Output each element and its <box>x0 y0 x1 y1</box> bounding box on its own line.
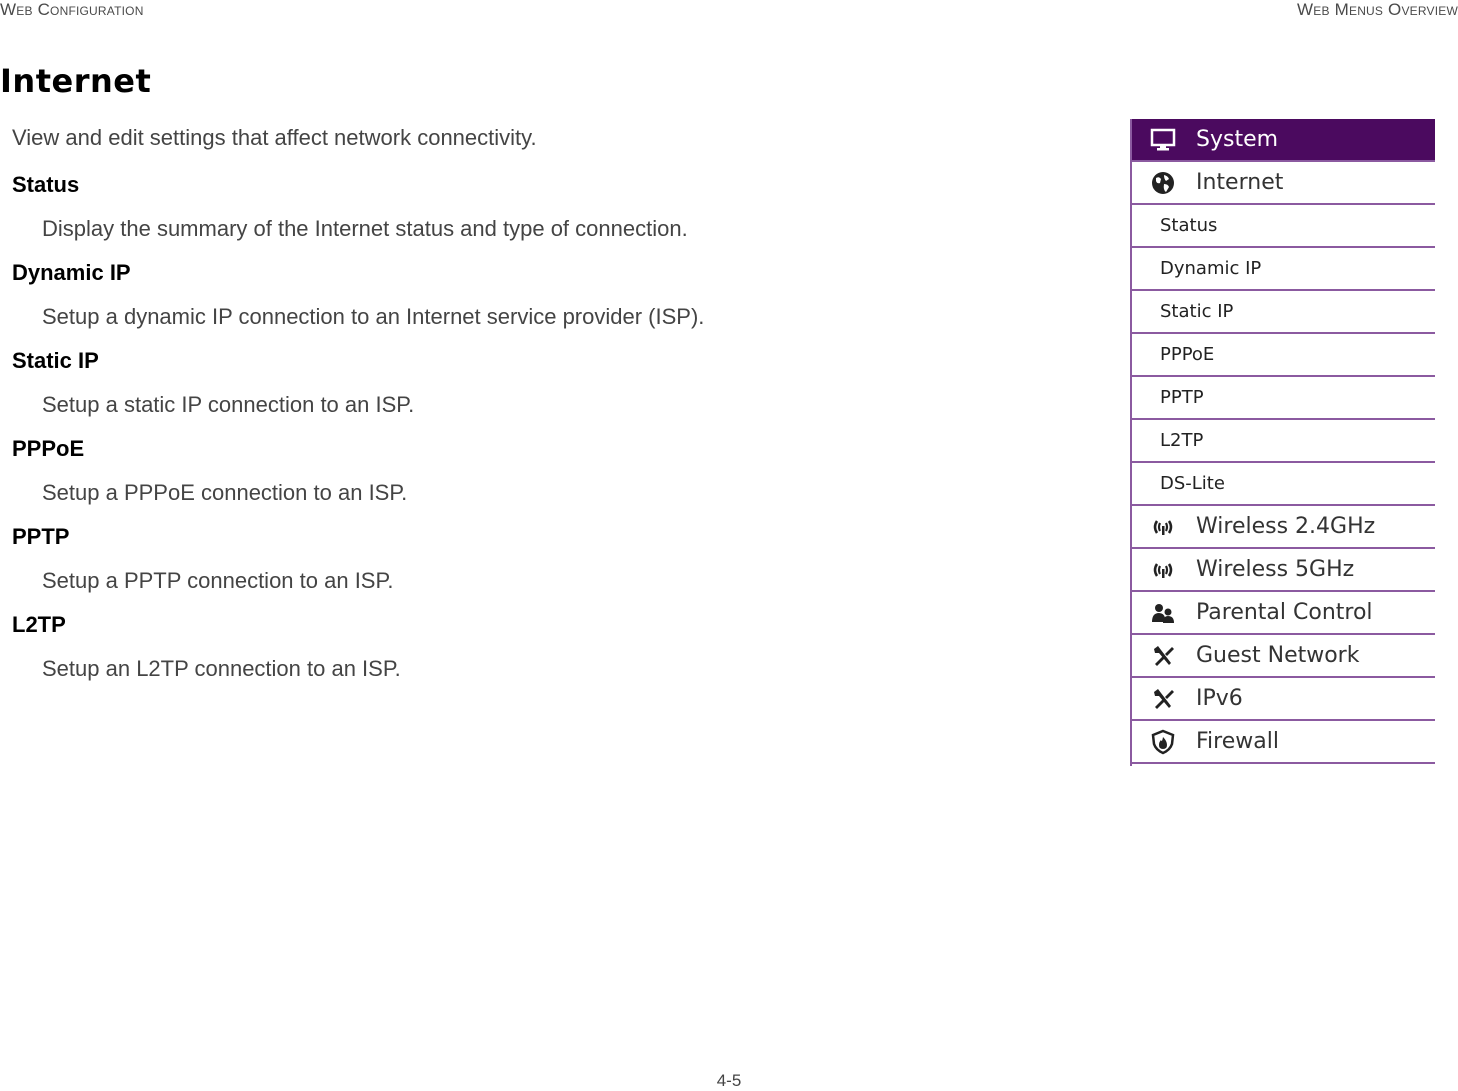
definition-term: PPTP <box>12 524 70 549</box>
definition-term: PPPoE <box>12 436 85 461</box>
menu-item-wireless-24ghz[interactable]: Wireless 2.4GHz <box>1132 506 1435 549</box>
shield-fire-icon <box>1148 727 1178 757</box>
menu-item-guest-network[interactable]: Guest Network <box>1132 635 1435 678</box>
menu-item-l2tp[interactable]: L2TP <box>1132 420 1435 463</box>
menu-item-ds-lite[interactable]: DS-Lite <box>1132 463 1435 506</box>
page-number: 4-5 <box>716 1071 742 1090</box>
menu-item-pppoe[interactable]: PPPoE <box>1132 334 1435 377</box>
menu-label: Guest Network <box>1196 643 1360 668</box>
content: View and edit settings that affect netwo… <box>12 122 1012 699</box>
users-icon <box>1148 598 1178 628</box>
menu-label: Wireless 5GHz <box>1196 557 1355 582</box>
menu-label: Parental Control <box>1196 600 1373 625</box>
menu-label: Internet <box>1196 170 1284 195</box>
web-menu-screenshot: System Internet Status Dynamic IP Static… <box>1130 119 1435 766</box>
tools-icon <box>1148 684 1178 714</box>
menu-label: Wireless 2.4GHz <box>1196 514 1376 539</box>
running-header-right: Web Menus Overview <box>1297 0 1458 19</box>
menu-item-static-ip[interactable]: Static IP <box>1132 291 1435 334</box>
definition-item: PPPoE Setup a PPPoE connection to an ISP… <box>12 435 1012 509</box>
menu-label: PPTP <box>1160 387 1204 408</box>
menu-label: IPv6 <box>1196 686 1243 711</box>
menu-item-parental-control[interactable]: Parental Control <box>1132 592 1435 635</box>
menu-item-wireless-5ghz[interactable]: Wireless 5GHz <box>1132 549 1435 592</box>
menu-label: Status <box>1160 215 1218 236</box>
menu-item-ipv6[interactable]: IPv6 <box>1132 678 1435 721</box>
definition-item: Dynamic IP Setup a dynamic IP connection… <box>12 259 1012 333</box>
definition-term: L2TP <box>12 612 66 637</box>
definition-description: Setup a PPPoE connection to an ISP. <box>42 480 408 505</box>
wireless-icon <box>1148 512 1178 542</box>
menu-item-vpn[interactable]: VPN <box>1132 764 1435 766</box>
definition-item: Static IP Setup a static IP connection t… <box>12 347 1012 421</box>
menu-label: Static IP <box>1160 301 1234 322</box>
menu-item-dynamic-ip[interactable]: Dynamic IP <box>1132 248 1435 291</box>
definition-item: Status Display the summary of the Intern… <box>12 171 1012 245</box>
definition-description: Setup an L2TP connection to an ISP. <box>42 656 401 681</box>
definition-term: Status <box>12 172 80 197</box>
monitor-icon <box>1148 125 1178 155</box>
definition-description: Setup a dynamic IP connection to an Inte… <box>42 304 705 329</box>
definition-item: L2TP Setup an L2TP connection to an ISP. <box>12 611 1012 685</box>
menu-item-pptp[interactable]: PPTP <box>1132 377 1435 420</box>
tools-icon <box>1148 641 1178 671</box>
menu-label: PPPoE <box>1160 344 1215 365</box>
menu-label: System <box>1196 127 1279 152</box>
globe-icon <box>1148 168 1178 198</box>
running-header-left: Web Configuration <box>0 0 144 19</box>
menu-label: DS-Lite <box>1160 473 1225 494</box>
menu-item-internet[interactable]: Internet <box>1132 162 1435 205</box>
definition-term: Static IP <box>12 348 99 373</box>
menu-item-status[interactable]: Status <box>1132 205 1435 248</box>
definition-description: Setup a PPTP connection to an ISP. <box>42 568 394 593</box>
definition-term: Dynamic IP <box>12 260 131 285</box>
menu-label: L2TP <box>1160 430 1204 451</box>
wireless-icon <box>1148 555 1178 585</box>
definition-description: Display the summary of the Internet stat… <box>42 216 688 241</box>
definition-description: Setup a static IP connection to an ISP. <box>42 392 415 417</box>
intro-text: View and edit settings that affect netwo… <box>12 125 537 150</box>
definition-item: PPTP Setup a PPTP connection to an ISP. <box>12 523 1012 597</box>
menu-item-system[interactable]: System <box>1132 119 1435 162</box>
menu-item-firewall[interactable]: Firewall <box>1132 721 1435 764</box>
menu-label: Firewall <box>1196 729 1279 754</box>
page-title: Internet <box>0 62 152 100</box>
menu-label: Dynamic IP <box>1160 258 1262 279</box>
